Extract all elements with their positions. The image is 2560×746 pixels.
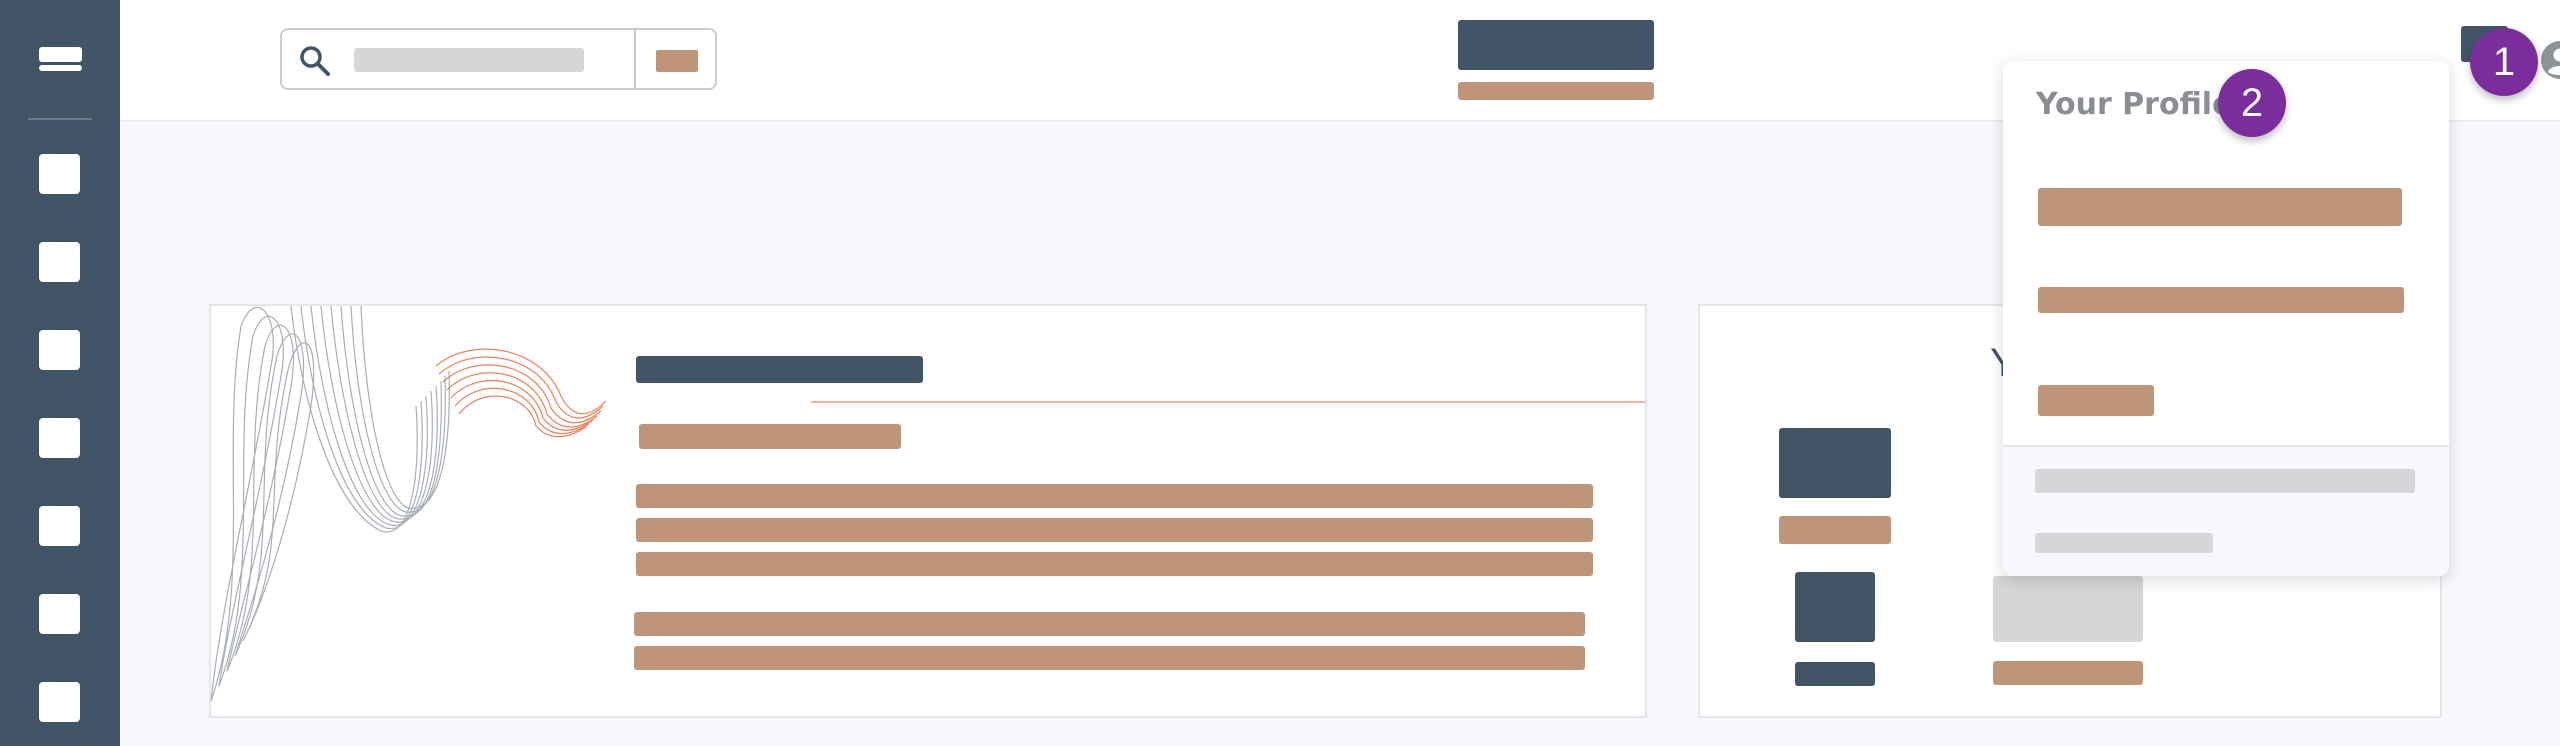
- stat-tile[interactable]: [1993, 576, 2143, 642]
- card-subtitle: [639, 424, 901, 449]
- dropdown-footer-item[interactable]: [2035, 469, 2415, 493]
- card-text-line: [636, 552, 1593, 576]
- profile-dropdown: Your Profile: [2003, 61, 2449, 576]
- search-input[interactable]: [354, 48, 584, 72]
- card-text-line: [636, 484, 1593, 508]
- search-icon: [300, 46, 330, 76]
- sidebar-divider: [28, 118, 92, 120]
- search-bar[interactable]: [280, 28, 717, 90]
- stat-label: [1795, 662, 1875, 686]
- search-divider: [634, 30, 636, 88]
- sidebar-item-2[interactable]: [39, 242, 80, 282]
- card-text-line: [634, 612, 1585, 636]
- card-title: [636, 356, 923, 383]
- dropdown-footer-item[interactable]: [2035, 533, 2213, 553]
- stat-label: [1779, 516, 1891, 544]
- stat-label: [1993, 661, 2143, 685]
- card-text-line: [636, 518, 1593, 542]
- sidebar-item-5[interactable]: [39, 506, 80, 546]
- menu-icon[interactable]: [39, 47, 82, 72]
- search-button[interactable]: [656, 50, 698, 72]
- brand-logo[interactable]: [1458, 20, 1654, 70]
- user-icon[interactable]: [2541, 41, 2560, 79]
- sidebar-item-1[interactable]: [39, 154, 80, 194]
- stat-tile[interactable]: [1779, 428, 1891, 498]
- dropdown-item[interactable]: [2038, 385, 2154, 416]
- sidebar-item-7[interactable]: [39, 682, 80, 722]
- card-divider: [811, 401, 1645, 403]
- card-text-line: [634, 646, 1585, 670]
- step-badge-1: 1: [2470, 28, 2538, 96]
- step-badge-2: 2: [2218, 69, 2286, 137]
- brand-subtitle: [1458, 82, 1654, 100]
- dropdown-item[interactable]: [2038, 287, 2404, 313]
- dropdown-item[interactable]: [2038, 188, 2402, 226]
- sidebar-item-6[interactable]: [39, 594, 80, 634]
- dropdown-title: Your Profile: [2036, 87, 2233, 122]
- feature-card: [209, 304, 1647, 718]
- sidebar: [0, 0, 120, 746]
- sidebar-item-3[interactable]: [39, 330, 80, 370]
- sidebar-item-4[interactable]: [39, 418, 80, 458]
- stat-tile[interactable]: [1795, 572, 1875, 642]
- dropdown-footer: [2003, 445, 2449, 576]
